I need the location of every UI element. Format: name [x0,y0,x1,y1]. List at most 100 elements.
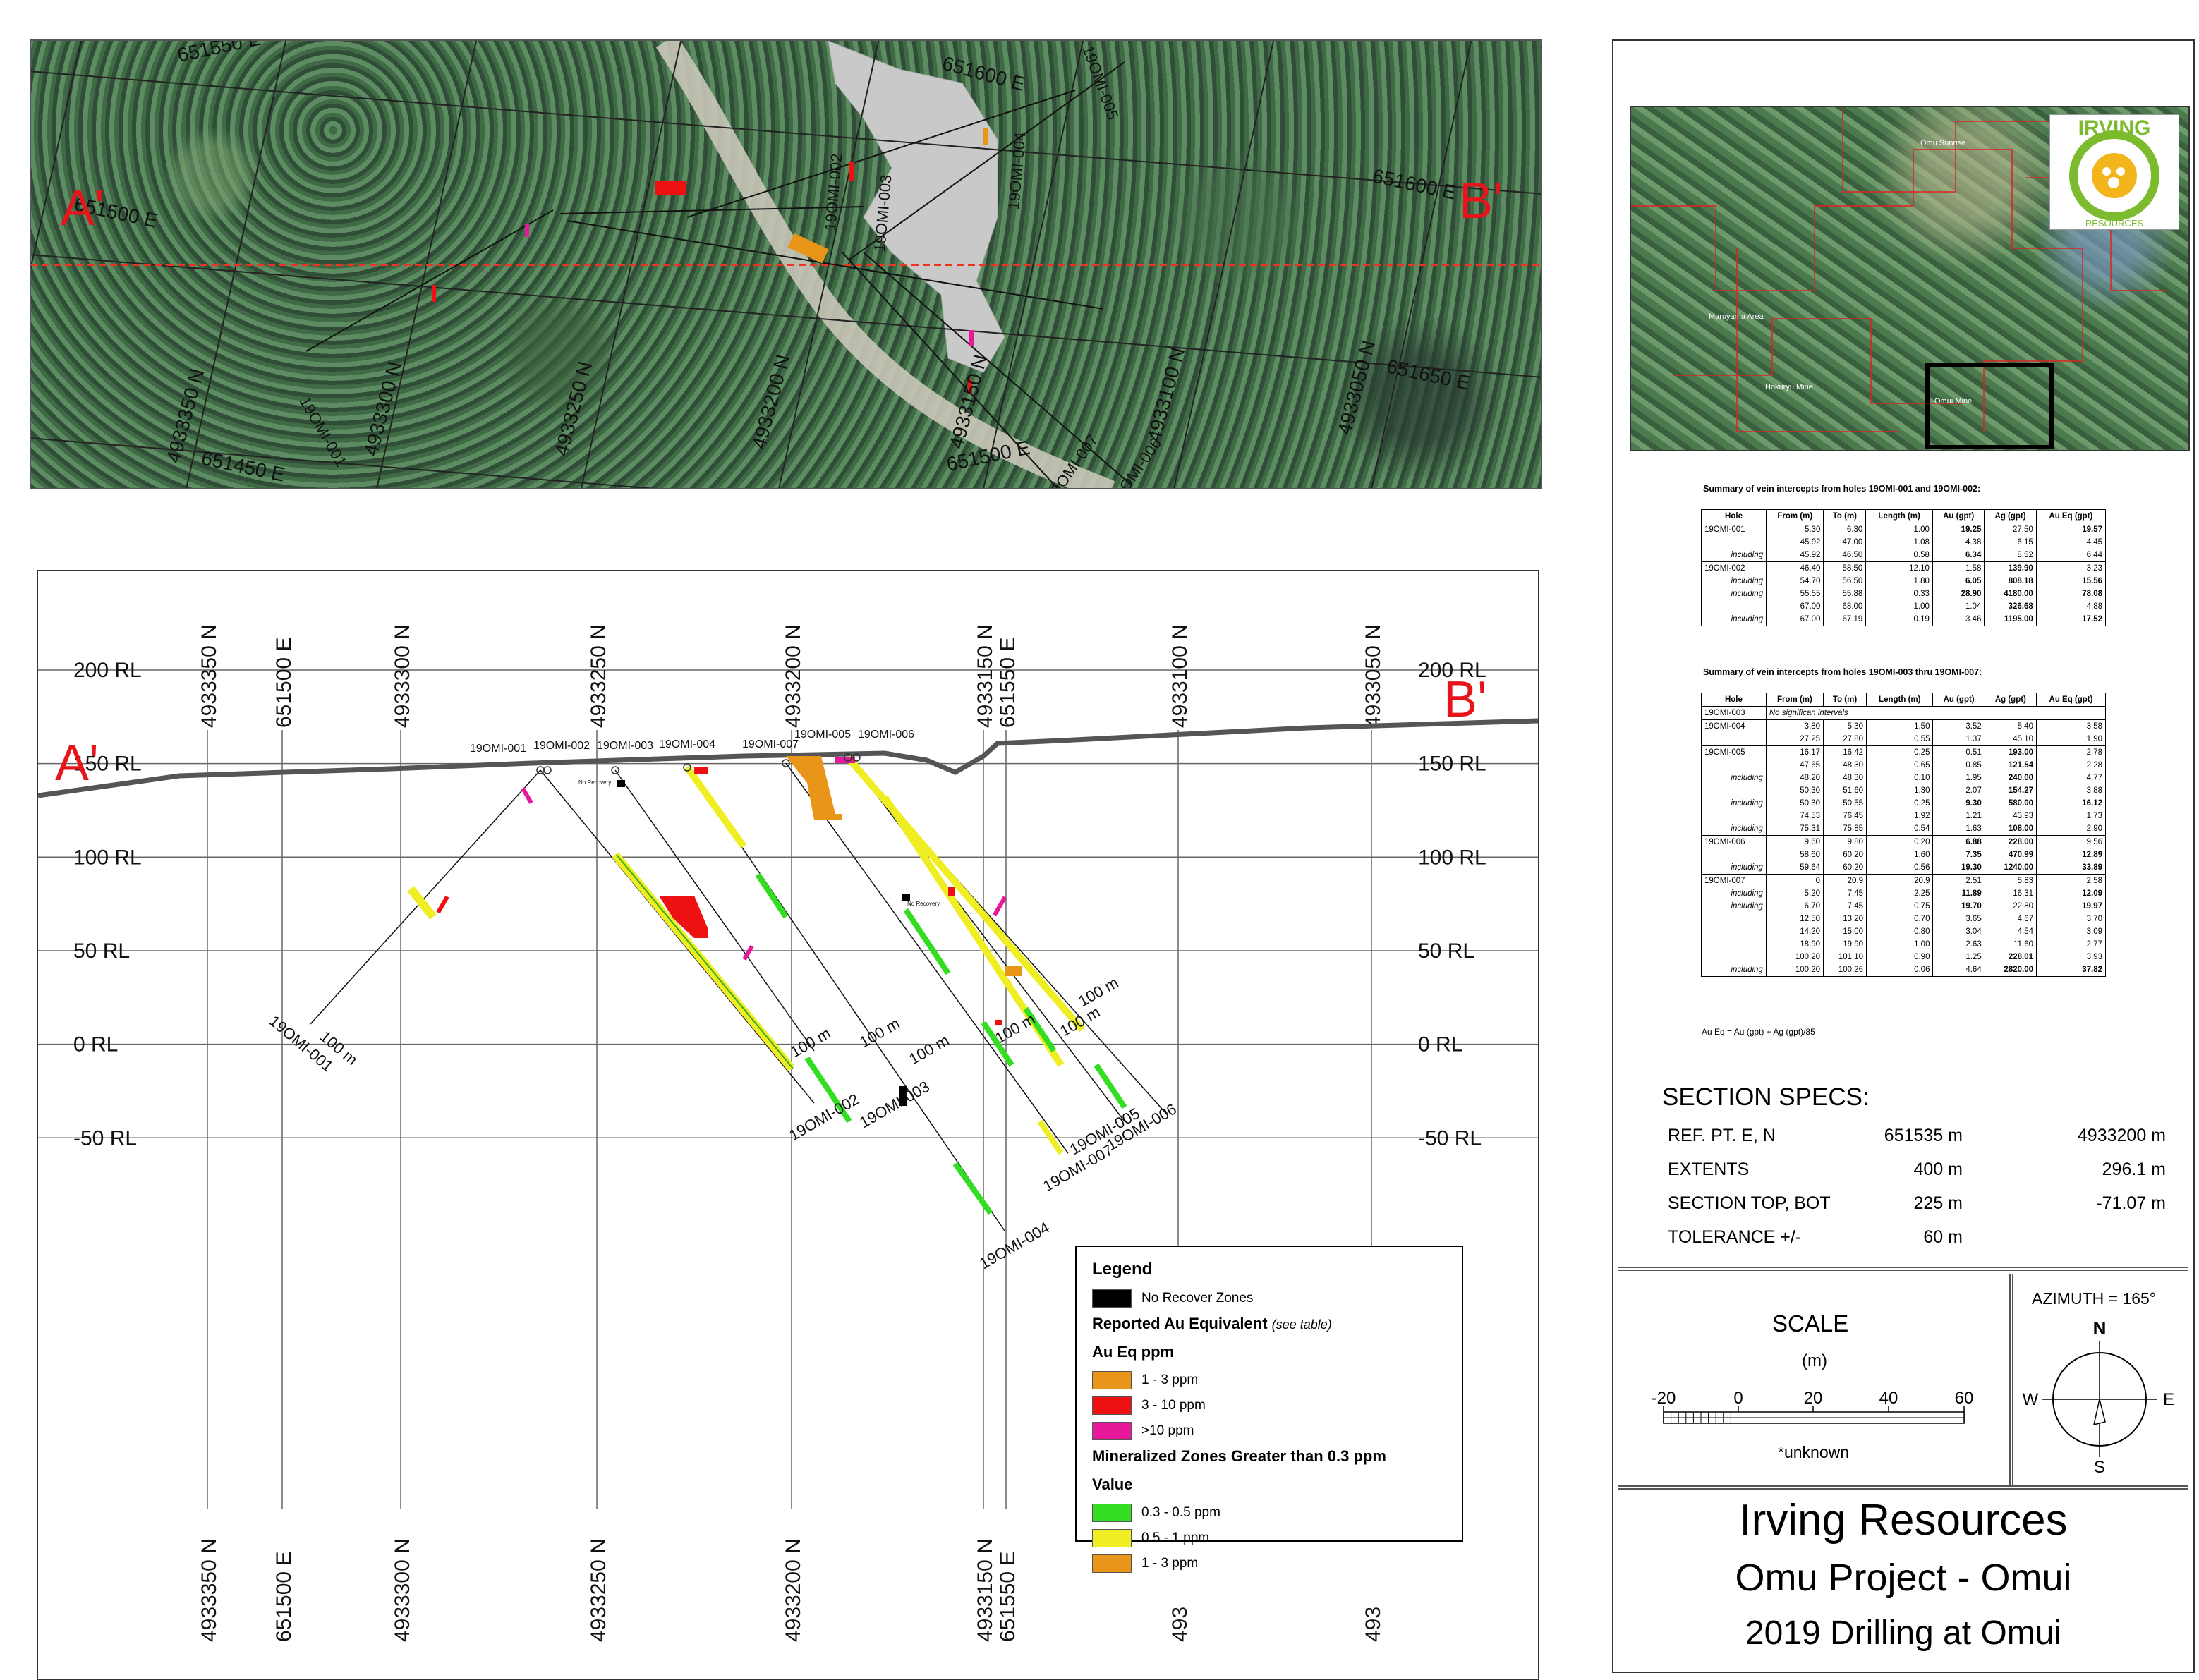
table-cell: 47.65 [1765,759,1824,772]
plan-label-651550e: 651550 E [176,41,263,66]
table-cell: 51.60 [1823,784,1867,797]
table-cell: 3.09 [2036,925,2106,938]
end-label-004: 19OMI-004 [976,1219,1053,1273]
table-cell: 4.54 [1984,925,2037,938]
table-cell: 11.60 [1984,938,2037,951]
drill-traces-section [310,757,1168,1231]
collar-label-003: 19OMI-003 [597,740,653,752]
table-cell: 2.63 [1932,938,1985,951]
table-cell: 2.58 [2036,874,2106,887]
table-cell: 326.68 [1984,600,2037,613]
table-cell: 14.20 [1765,925,1824,938]
table-cell: 6.15 [1984,536,2037,549]
loc-label-maruyama: Maruyama Area [1709,312,1764,321]
table-cell [1701,759,1767,772]
table-cell: 7.45 [1823,887,1867,900]
table-cell: 4.88 [2035,600,2107,613]
grid-label-top: 4933300 N [391,624,414,728]
grid-label-bottom: 4933200 N [782,1538,805,1642]
table-cell: 15.00 [1823,925,1867,938]
table2-footnote: Au Eq = Au (gpt) + Ag (gpt)/85 [1702,1027,1815,1037]
grid-label-top: 4933100 N [1168,624,1192,728]
legend-min-sub: Value [1092,1475,1133,1493]
table-cell: 9.30 [1932,797,1985,810]
table-row: 27.25 27.80 0.55 1.37 45.10 1.90 [1701,733,2106,746]
divider-specs [1618,1267,2188,1271]
table-cell: 60.20 [1823,861,1867,875]
table-cell: 75.31 [1765,822,1824,836]
table-cell: 4.45 [2035,536,2107,549]
legend-min-items: 0.3 - 0.5 ppm 0.5 - 1 ppm 1 - 3 ppm [1092,1504,1446,1573]
table-cell [1701,925,1767,938]
table-cell: No significan intervals [1765,706,2107,720]
loc-label-hokuryu: Hokuryu Mine [1765,383,1813,391]
table-cell: 1.00 [1865,523,1933,536]
table-cell: 1.80 [1865,575,1933,588]
plan-label-4933350n: 4933350 N [162,366,208,465]
table-header: Length (m) [1865,509,1933,523]
table-cell: 16.31 [1984,887,2037,900]
table-cell: 16.17 [1765,745,1824,759]
plan-label-651650e: 651650 E [1385,355,1472,394]
depth-label-002: 100 m [787,1024,833,1061]
legend-no-recover-label: No Recover Zones [1141,1291,1254,1305]
table-cell: 48.30 [1823,759,1867,772]
table-cell: 50.30 [1765,784,1824,797]
grid-label-top: 4933050 N [1362,624,1385,728]
table-row: 67.00 68.00 1.00 1.04 326.68 4.88 [1700,600,2107,613]
table-cell: 76.45 [1823,810,1867,822]
table-cell: 1.08 [1865,536,1933,549]
logo-subtext: RESOURCES [2085,218,2144,229]
table-cell: 20.9 [1866,874,1934,887]
table-cell: 0.10 [1866,772,1934,784]
table-cell: 15.56 [2035,575,2107,588]
plan-label-4933300n: 4933300 N [360,359,406,458]
table-cell: 50.30 [1765,797,1824,810]
project-box [1925,363,2054,449]
table-cell: 27.50 [1984,523,2037,536]
table-cell: 28.90 [1932,588,1985,600]
depth-label-003: 100 m [856,1014,902,1051]
table-cell: 808.18 [1984,575,2037,588]
table-cell: 2820.00 [1984,963,2037,977]
table-cell: 1.00 [1866,938,1934,951]
table-cell: 0.25 [1866,797,1934,810]
scale-title: SCALE [1772,1310,1849,1337]
table1: Hole From (m) To (m) Length (m) Au (gpt) Ag (… [1700,509,2107,626]
grid-label-bottom: 493 [1168,1607,1192,1642]
table-row: 19OMI-004 3.80 5.30 1.50 3.52 5.40 3.58 [1701,719,2106,733]
table-row: including 6.70 7.45 0.75 19.70 22.80 19.97 [1701,900,2106,913]
spec-label: TOLERANCE +/- [1668,1227,1802,1247]
rl-label-l: 50 RL [73,939,130,963]
legend-min-title: Mineralized Zones Greater than 0.3 ppm [1092,1447,1386,1465]
table-cell: 240.00 [1984,772,2037,784]
rl-label-l: 0 RL [73,1033,118,1057]
table-cell: 1.63 [1932,822,1985,836]
table-cell: 3.88 [2036,784,2106,797]
table-row: including 75.31 75.85 0.54 1.63 108.00 2.90 [1701,822,2106,836]
depth-label-007: 100 m [992,1010,1038,1047]
spec-a: 60 m [1923,1227,1963,1247]
table-cell: 6.70 [1765,900,1824,913]
table-cell: 12.10 [1865,561,1933,575]
table-cell: including [1701,963,1767,977]
table-cell: 68.00 [1823,600,1867,613]
table-cell: 55.88 [1823,588,1867,600]
table-row: 19OMI-001 5.30 6.30 1.00 19.25 27.50 19.57 [1700,523,2107,536]
table-cell: 5.30 [1766,523,1824,536]
table-row: including 67.00 67.19 0.19 3.46 1195.00 17.52 [1700,613,2107,626]
table-cell: 46.50 [1823,549,1867,562]
plan-map: 651550 E 651600 E 651500 E 651450 E 6516… [30,39,1542,489]
table-cell: 19OMI-004 [1701,719,1767,733]
scale-tick-label: 0 [1733,1389,1743,1408]
north-arrow-icon [2093,1399,2106,1426]
table-cell: 4.77 [2036,772,2106,784]
rl-label-r: 100 RL [1418,846,1486,869]
legend-swatch [1092,1504,1132,1522]
logo-svg: IRVING RESOURCES [2069,116,2159,229]
spec-a: 400 m [1913,1159,1963,1179]
grid-label-top: 651500 E [272,638,296,728]
rl-label-r: 0 RL [1418,1033,1462,1057]
plan-label-4933250n: 4933250 N [550,359,596,458]
table-cell: 78.08 [2035,588,2107,600]
